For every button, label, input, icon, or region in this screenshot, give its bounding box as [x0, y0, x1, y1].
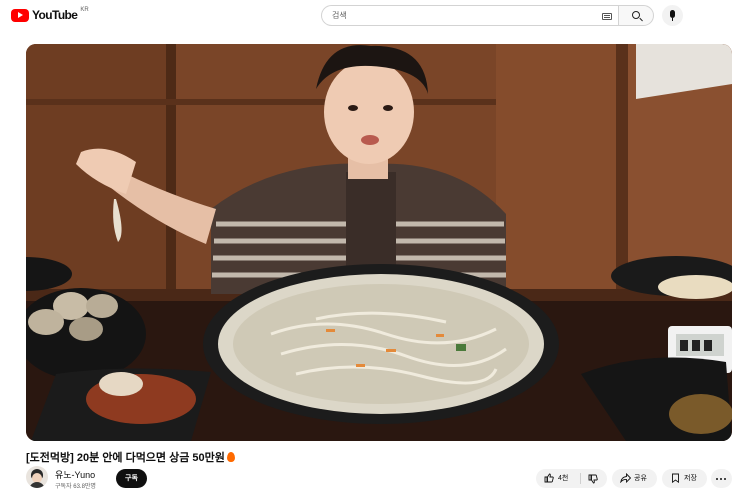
share-label: 공유	[634, 475, 647, 482]
youtube-play-icon	[11, 8, 29, 22]
microphone-icon	[670, 10, 675, 18]
dislike-button[interactable]	[581, 469, 607, 488]
like-button[interactable]: 4천	[536, 469, 580, 488]
search-box[interactable]: 검색	[321, 5, 618, 26]
fire-icon	[226, 452, 235, 462]
more-icon	[716, 478, 718, 480]
video-title: [도전먹방] 20분 안에 다먹으면 상금 50만원	[26, 449, 235, 465]
save-button[interactable]: 저장	[662, 469, 707, 488]
video-player[interactable]	[26, 44, 732, 441]
search-icon	[632, 11, 640, 19]
youtube-logo[interactable]: YouTube KR	[11, 7, 89, 22]
share-button[interactable]: 공유	[612, 469, 657, 488]
masthead: YouTube KR 검색	[0, 0, 743, 34]
more-actions-button[interactable]	[711, 469, 732, 488]
thumbs-down-icon	[588, 474, 598, 484]
thumbs-up-icon	[544, 473, 554, 483]
logo-text: YouTube	[32, 8, 78, 22]
subscribe-button[interactable]: 구독	[116, 469, 147, 488]
bookmark-icon	[672, 473, 679, 483]
country-code: KR	[80, 7, 89, 13]
share-icon	[620, 473, 631, 483]
search-input[interactable]: 검색	[332, 10, 347, 21]
channel-avatar[interactable]	[26, 466, 48, 488]
search-button[interactable]	[618, 5, 654, 26]
subscriber-count: 구독자 63.8만명	[55, 484, 96, 490]
video-frame	[26, 44, 732, 441]
like-dislike-group: 4천	[536, 469, 607, 488]
voice-search-button[interactable]	[662, 5, 683, 26]
like-count: 4천	[558, 475, 569, 482]
channel-name[interactable]: 유노-Yuno	[55, 468, 95, 481]
save-label: 저장	[684, 475, 697, 482]
keyboard-icon[interactable]	[602, 13, 612, 20]
